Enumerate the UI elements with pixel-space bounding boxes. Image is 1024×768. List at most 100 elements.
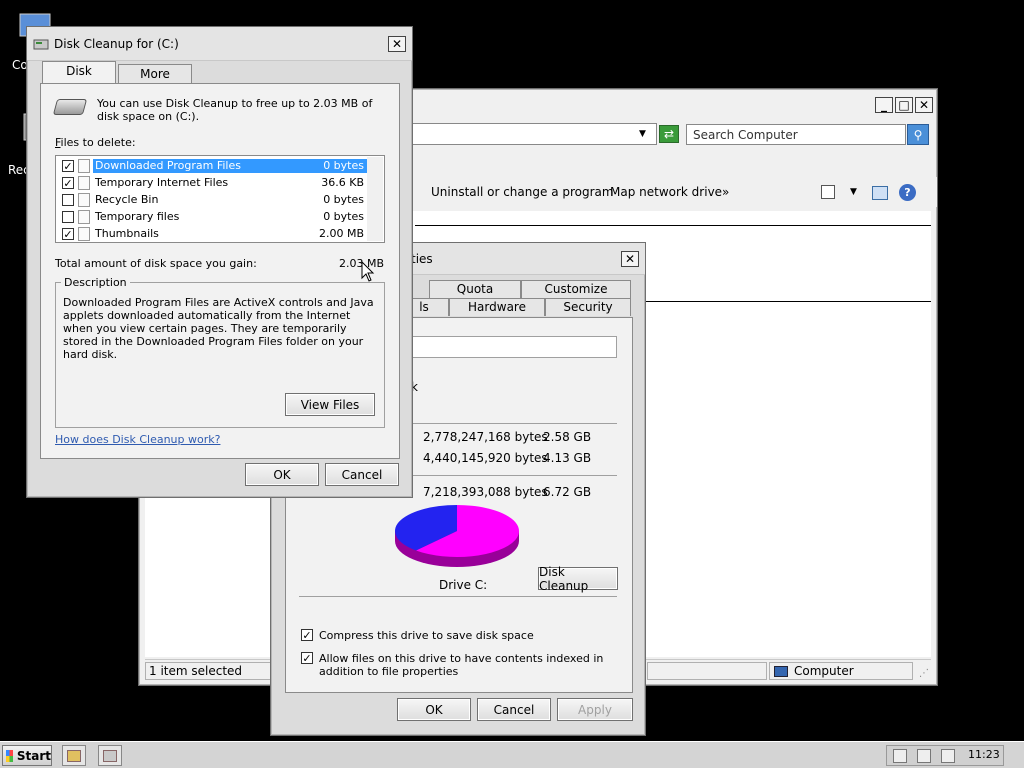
status-section: [647, 662, 767, 680]
file-category-name: Recycle Bin: [95, 193, 159, 206]
address-dropdown-icon[interactable]: ▼: [639, 129, 646, 139]
map-network-drive-button[interactable]: Map network drive: [610, 185, 722, 199]
list-item[interactable]: ✓ Thumbnails 2.00 MB: [58, 226, 368, 242]
minimize-button[interactable]: _: [875, 97, 893, 113]
taskbar-disk-cleanup-button[interactable]: [98, 745, 122, 766]
list-item[interactable]: ✓ Temporary Internet Files 36.6 KB: [58, 175, 368, 191]
files-to-delete-label: Files to delete:: [55, 136, 136, 149]
file-checkbox[interactable]: [62, 211, 74, 223]
compress-option[interactable]: ✓ Compress this drive to save disk space: [301, 629, 534, 642]
list-scrollbar[interactable]: [367, 157, 383, 241]
recycle-bin-icon: [78, 193, 90, 207]
views-icon[interactable]: [821, 185, 835, 199]
window-caption-buttons: _ □ ✕: [873, 97, 933, 113]
separator: [401, 475, 617, 476]
start-label: Start: [16, 748, 51, 763]
help-icon[interactable]: ?: [899, 184, 916, 201]
disk-cleanup-icon: [103, 749, 117, 762]
used-space-gb: 2.58 GB: [543, 430, 592, 444]
computer-icon: [774, 665, 788, 677]
uninstall-program-button[interactable]: Uninstall or change a program: [431, 185, 614, 199]
tab-quota[interactable]: Quota: [429, 280, 521, 298]
file-category-name: Downloaded Program Files: [93, 159, 272, 173]
apply-button[interactable]: Apply: [557, 698, 633, 721]
program-files-icon: [78, 159, 90, 173]
compress-label: Compress this drive to save disk space: [319, 629, 534, 642]
compress-checkbox[interactable]: ✓: [301, 629, 313, 641]
file-checkbox[interactable]: [62, 194, 74, 206]
file-category-size: 36.6 KB: [321, 176, 364, 189]
disk-cleanup-dialog: Disk Cleanup for (C:) ✕ Disk Cleanup Mor…: [26, 26, 413, 498]
group-divider: [415, 225, 931, 226]
file-checkbox[interactable]: ✓: [62, 160, 74, 172]
file-checkbox[interactable]: ✓: [62, 228, 74, 240]
capacity-bytes: 7,218,393,088 bytes: [423, 485, 548, 499]
free-space-gb: 4.13 GB: [543, 451, 592, 465]
disk-cleanup-title: Disk Cleanup for (C:): [54, 36, 179, 51]
disk-usage-pie-chart: [393, 505, 521, 574]
status-location: Computer: [769, 662, 913, 680]
separator: [401, 423, 617, 424]
disk-cleanup-button[interactable]: Disk Cleanup: [538, 564, 618, 593]
tab-customize[interactable]: Customize: [521, 280, 631, 298]
document-icon: [78, 210, 90, 224]
windows-flag-icon: [6, 749, 13, 762]
index-checkbox[interactable]: ✓: [301, 652, 313, 664]
volume-icon[interactable]: [917, 749, 931, 763]
search-input[interactable]: Search Computer: [686, 124, 906, 145]
disk-cleanup-icon: [33, 37, 49, 51]
start-button[interactable]: Start: [2, 745, 52, 766]
resize-grip-icon[interactable]: ⋰: [919, 668, 929, 679]
description-text: Downloaded Program Files are ActiveX con…: [63, 296, 374, 361]
view-files-button[interactable]: View Files: [285, 393, 375, 416]
cancel-button[interactable]: Cancel: [325, 463, 399, 486]
clock[interactable]: 11:23: [968, 748, 1000, 761]
network-icon[interactable]: [893, 749, 907, 763]
index-option[interactable]: ✓ Allow files on this drive to have cont…: [301, 652, 617, 678]
refresh-icon[interactable]: ⇄: [659, 125, 679, 143]
close-button[interactable]: ✕: [621, 250, 639, 267]
maximize-button[interactable]: □: [895, 97, 913, 113]
folder-icon: [67, 749, 81, 762]
document-icon: [78, 227, 90, 241]
security-shield-icon[interactable]: [941, 749, 955, 763]
more-commands-button[interactable]: »: [722, 185, 729, 199]
taskbar-explorer-button[interactable]: [62, 745, 86, 766]
file-category-size: 0 bytes: [272, 159, 368, 173]
list-item[interactable]: Temporary files 0 bytes: [58, 209, 368, 225]
file-checkbox[interactable]: ✓: [62, 177, 74, 189]
intro-text: You can use Disk Cleanup to free up to 2…: [97, 97, 373, 123]
file-category-name: Temporary files: [95, 210, 180, 223]
used-space-bytes: 2,778,247,168 bytes: [423, 430, 548, 444]
views-dropdown-icon[interactable]: ▼: [850, 187, 857, 197]
list-item[interactable]: Recycle Bin 0 bytes: [58, 192, 368, 208]
tab-more-options[interactable]: More Options: [118, 64, 192, 99]
help-link[interactable]: How does Disk Cleanup work?: [55, 433, 220, 446]
disk-cleanup-button-label: Disk Cleanup: [539, 564, 589, 593]
close-button[interactable]: ✕: [388, 35, 406, 52]
search-icon[interactable]: ⚲: [907, 124, 929, 145]
cancel-button[interactable]: Cancel: [477, 698, 551, 721]
drive-name-field[interactable]: [397, 336, 617, 358]
drive-label: Drive C:: [439, 578, 488, 592]
file-category-name: Thumbnails: [95, 227, 159, 240]
tab-security[interactable]: Security: [545, 298, 631, 316]
files-to-delete-list[interactable]: ✓ Downloaded Program Files 0 bytes ✓ Tem…: [55, 155, 385, 243]
file-category-size: 0 bytes: [323, 210, 364, 223]
ok-button[interactable]: OK: [245, 463, 319, 486]
file-category-size: 0 bytes: [323, 193, 364, 206]
tab-hardware[interactable]: Hardware: [449, 298, 545, 316]
index-label: Allow files on this drive to have conten…: [319, 652, 604, 678]
disk-cleanup-titlebar[interactable]: Disk Cleanup for (C:) ✕: [27, 27, 412, 61]
status-location-text: Computer: [794, 664, 854, 678]
preview-pane-icon[interactable]: [872, 186, 888, 200]
separator: [299, 596, 617, 597]
tab-disk-cleanup[interactable]: Disk Cleanup: [42, 61, 116, 96]
list-item[interactable]: ✓ Downloaded Program Files 0 bytes: [58, 158, 368, 174]
file-category-size: 2.00 MB: [318, 227, 364, 240]
status-selection-text: 1 item selected: [145, 662, 273, 680]
total-space-label: Total amount of disk space you gain:: [55, 257, 257, 270]
capacity-gb: 6.72 GB: [543, 485, 592, 499]
ok-button[interactable]: OK: [397, 698, 471, 721]
close-button[interactable]: ✕: [915, 97, 933, 113]
